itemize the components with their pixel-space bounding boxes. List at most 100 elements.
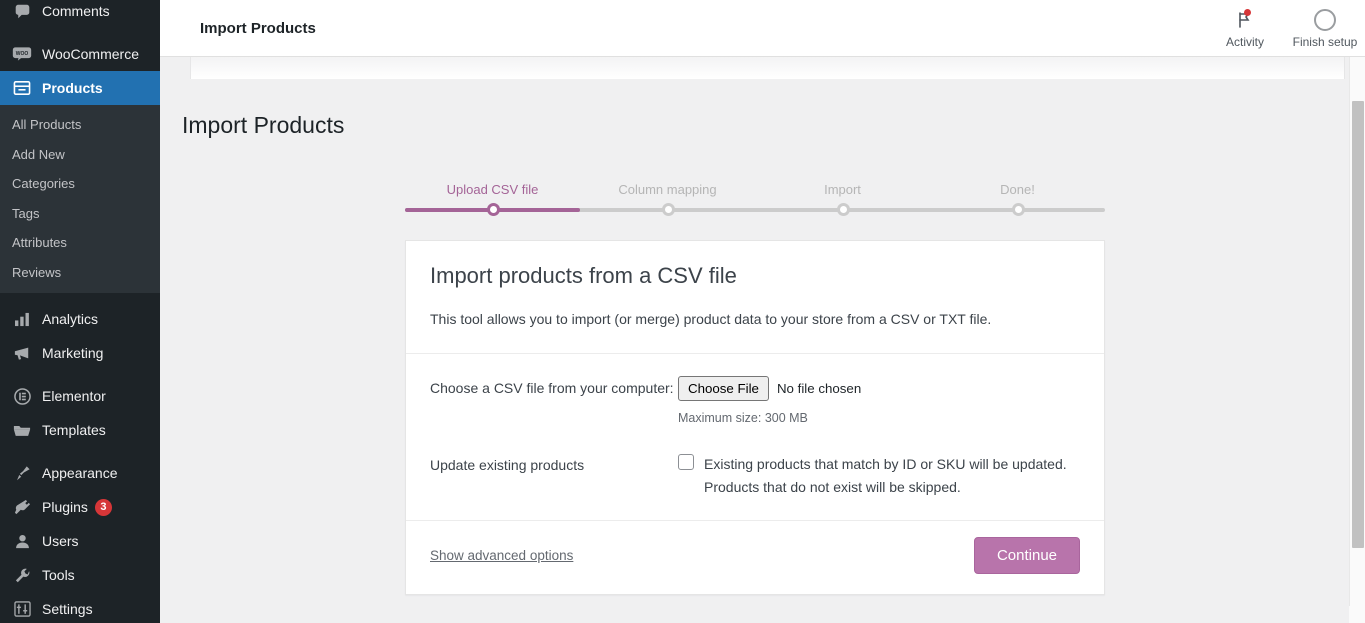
sidebar-item-templates[interactable]: Templates [0, 413, 160, 447]
sidebar-item-label: Marketing [42, 345, 104, 362]
submenu-item-reviews[interactable]: Reviews [0, 258, 160, 288]
horizontal-scroll-gutter [160, 606, 1349, 623]
topbar-title: Import Products [200, 19, 316, 37]
content-area: Import Products Upload CSV file Column m… [160, 57, 1349, 606]
submenu-item-tags[interactable]: Tags [0, 199, 160, 229]
top-bar: Import Products Activity Finish setup [160, 0, 1365, 57]
activity-notification-dot [1244, 8, 1251, 16]
submenu-item-add-new[interactable]: Add New [0, 140, 160, 170]
activity-button[interactable]: Activity [1205, 7, 1285, 49]
sidebar-item-marketing[interactable]: Marketing [0, 336, 160, 370]
csv-file-row: Choose a CSV file from your computer: Ch… [430, 370, 1080, 439]
csv-file-label: Choose a CSV file from your computer: [430, 380, 674, 396]
import-card: Import products from a CSV file This too… [405, 240, 1105, 596]
sidebar-item-label: Elementor [42, 388, 106, 405]
sidebar-divider [0, 28, 160, 37]
import-card-body: Choose a CSV file from your computer: Ch… [406, 354, 1104, 520]
sidebar-divider [0, 370, 160, 379]
admin-sidebar: Comments WOO WooCommerce Products All Pr… [0, 0, 160, 623]
update-existing-label: Update existing products [430, 457, 585, 474]
woocommerce-icon: WOO [10, 44, 34, 64]
sidebar-divider [0, 447, 160, 456]
comments-icon [10, 1, 34, 21]
progress-ring-icon [1314, 7, 1336, 33]
sidebar-item-users[interactable]: Users [0, 524, 160, 558]
update-existing-check-line: Existing products that match by ID or SK… [678, 453, 1080, 498]
file-status-text: No file chosen [776, 381, 862, 397]
sliders-icon [10, 599, 34, 619]
sidebar-item-tools[interactable]: Tools [0, 558, 160, 592]
finish-setup-label: Finish setup [1292, 34, 1358, 49]
plugins-update-badge: 3 [94, 498, 112, 516]
products-submenu: All Products Add New Categories Tags Att… [0, 105, 160, 294]
topbar-actions: Activity Finish setup [1205, 0, 1365, 57]
step-dot-done [1011, 203, 1025, 216]
sidebar-item-label: Products [42, 80, 103, 96]
page-title: Import Products [182, 112, 345, 138]
scrollbar-corner [1349, 606, 1365, 623]
elementor-icon [10, 386, 34, 406]
update-existing-description: Existing products that match by ID or SK… [704, 453, 1067, 498]
import-card-description: This tool allows you to import (or merge… [430, 311, 992, 327]
max-size-hint: Maximum size: 300 MB [678, 411, 808, 426]
step-label-upload[interactable]: Upload CSV file [405, 182, 580, 197]
file-input-line: Choose File No file chosen [678, 376, 1080, 402]
sidebar-item-comments[interactable]: Comments [0, 0, 160, 28]
sidebar-item-elementor[interactable]: Elementor [0, 379, 160, 413]
import-card-heading: Import products from a CSV file [430, 263, 737, 288]
sidebar-item-label: WooCommerce [42, 46, 139, 62]
activity-label: Activity [1225, 34, 1264, 49]
megaphone-icon [10, 343, 34, 363]
flag-icon [1235, 7, 1255, 33]
choose-file-button[interactable]: Choose File [678, 376, 769, 402]
products-icon [10, 78, 34, 98]
sidebar-item-label: Settings [42, 601, 93, 618]
sidebar-item-analytics[interactable]: Analytics [0, 302, 160, 336]
step-dot-column-mapping [661, 203, 675, 216]
update-existing-description-line2: Products that do not exist will be skipp… [704, 478, 961, 495]
stepper-labels: Upload CSV file Column mapping Import Do… [405, 182, 1105, 197]
vertical-scrollbar[interactable] [1349, 57, 1365, 623]
sidebar-item-label: Tools [42, 567, 75, 584]
previous-card-edge [190, 57, 1345, 79]
submenu-item-all-products[interactable]: All Products [0, 110, 160, 140]
import-card-footer: Show advanced options Continue [406, 520, 1104, 594]
step-label-done: Done! [1000, 182, 1035, 197]
sidebar-item-products[interactable]: Products [0, 71, 160, 105]
finish-setup-button[interactable]: Finish setup [1285, 7, 1365, 49]
svg-text:WOO: WOO [16, 51, 29, 57]
sidebar-item-label: Plugins [42, 499, 88, 516]
submenu-item-categories[interactable]: Categories [0, 169, 160, 199]
sidebar-item-label: Analytics [42, 311, 99, 328]
sidebar-divider [0, 293, 160, 302]
analytics-icon [10, 309, 34, 329]
update-existing-row: Update existing products Existing produc… [430, 439, 1080, 502]
user-icon [10, 531, 34, 551]
import-stepper: Upload CSV file Column mapping Import Do… [405, 182, 1105, 217]
plug-icon [10, 497, 34, 517]
step-label-column-mapping: Column mapping [618, 182, 717, 197]
stepper-track [405, 203, 1105, 217]
sidebar-item-label: Templates [42, 422, 106, 439]
update-existing-field: Existing products that match by ID or SK… [678, 453, 1080, 498]
update-existing-description-line1: Existing products that match by ID or SK… [704, 456, 1067, 473]
continue-button[interactable]: Continue [973, 537, 1080, 575]
sidebar-item-label: Comments [42, 3, 110, 19]
screen-root: Comments WOO WooCommerce Products All Pr… [0, 0, 1365, 623]
step-dot-import [836, 203, 850, 216]
sidebar-item-label: Users [42, 533, 79, 550]
sidebar-item-label: Appearance [42, 465, 118, 482]
sidebar-item-plugins[interactable]: Plugins 3 [0, 490, 160, 524]
step-dot-upload [486, 203, 500, 216]
csv-file-field: Choose File No file chosen Maximum size:… [678, 376, 1080, 425]
vertical-scrollbar-thumb[interactable] [1352, 101, 1364, 548]
show-advanced-options-link[interactable]: Show advanced options [430, 548, 573, 563]
wrench-icon [10, 565, 34, 585]
paintbrush-icon [10, 463, 34, 483]
sidebar-item-settings[interactable]: Settings [0, 592, 160, 623]
sidebar-item-appearance[interactable]: Appearance [0, 456, 160, 490]
sidebar-item-woocommerce[interactable]: WOO WooCommerce [0, 37, 160, 71]
step-label-import: Import [824, 182, 861, 197]
submenu-item-attributes[interactable]: Attributes [0, 228, 160, 258]
update-existing-checkbox[interactable] [678, 454, 694, 471]
